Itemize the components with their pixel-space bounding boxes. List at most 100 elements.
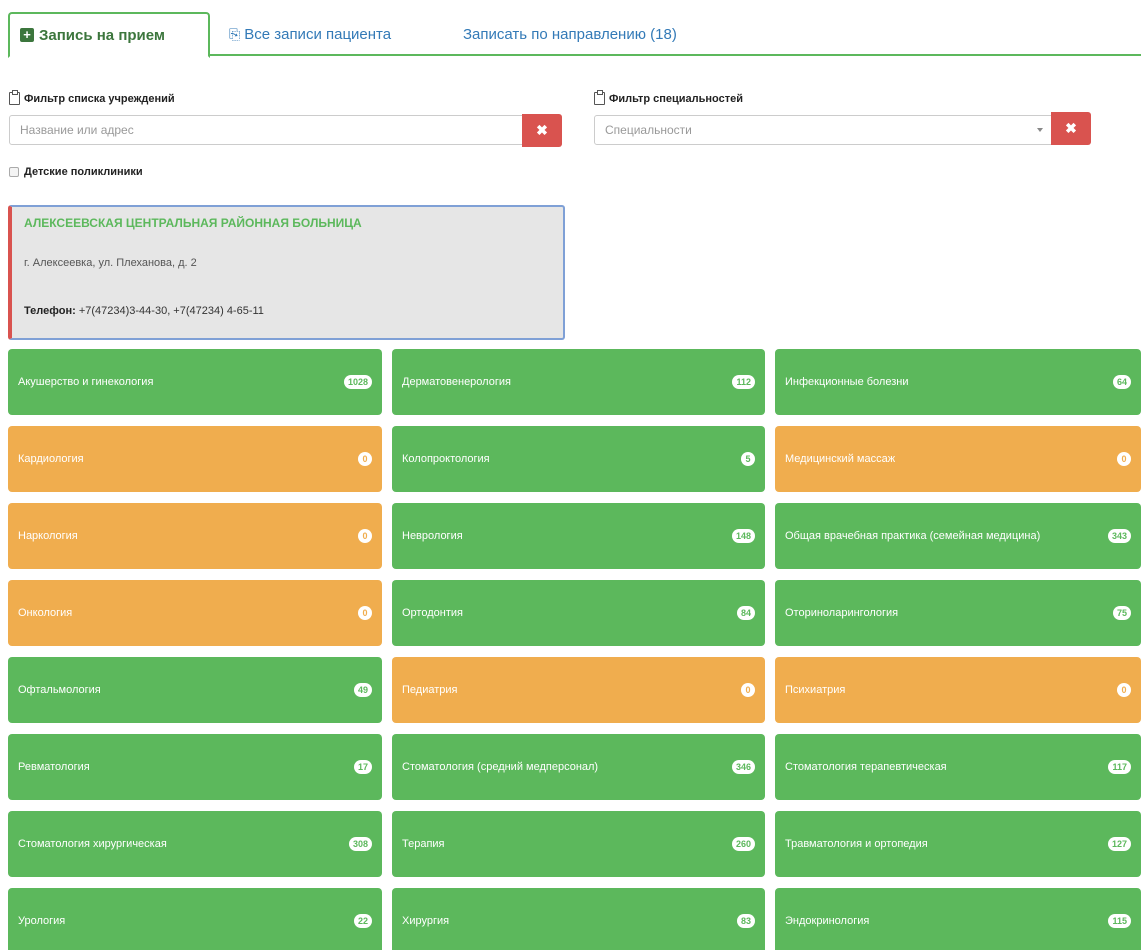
- specialty-tile[interactable]: Кардиология 0: [8, 426, 382, 492]
- specialty-tile[interactable]: Инфекционные болезни 64: [775, 349, 1141, 415]
- specialty-tile[interactable]: Неврология 148: [392, 503, 765, 569]
- specialty-name: Кардиология: [18, 452, 84, 465]
- specialty-tile[interactable]: Урология 22: [8, 888, 382, 950]
- specialty-tile[interactable]: Дерматовенерология 112: [392, 349, 765, 415]
- tab-all-records-label: Все записи пациента: [244, 25, 392, 43]
- specialty-count-badge: 0: [1117, 683, 1131, 697]
- specialty-name: Стоматология (средний медперсонал): [402, 760, 599, 773]
- chevron-down-icon: [1037, 128, 1043, 132]
- specialty-name: Офтальмология: [18, 683, 101, 696]
- institutions-filter-label: Фильтр списка учреждений: [9, 90, 175, 105]
- tab-referral-label: Записать по направлению (18): [463, 25, 677, 43]
- specialty-name: Стоматология хирургическая: [18, 837, 167, 850]
- specialties-select[interactable]: Специальности: [594, 115, 1052, 145]
- hospital-address: г. Алексеевка, ул. Плеханова, д. 2: [24, 257, 197, 269]
- specialty-tile[interactable]: Педиатрия 0: [392, 657, 765, 723]
- specialty-count-badge: 112: [732, 375, 755, 389]
- specialty-tile[interactable]: Акушерство и гинекология 1028: [8, 349, 382, 415]
- specialty-count-badge: 308: [348, 837, 372, 851]
- specialty-name: Неврология: [402, 529, 463, 542]
- specialty-tile[interactable]: Хирургия 83: [392, 888, 765, 950]
- hospital-phone: Телефон: +7(47234)3-44-30, +7(47234) 4-6…: [24, 305, 264, 317]
- plus-square-icon: +: [20, 28, 34, 42]
- specialties-filter-label-text: Фильтр специальностей: [609, 92, 743, 105]
- institutions-clear-button[interactable]: ✖: [522, 114, 562, 147]
- specialty-tile[interactable]: Оториноларингология 75: [775, 580, 1141, 646]
- specialty-tile[interactable]: Стоматология терапевтическая 117: [775, 734, 1141, 800]
- specialty-tile[interactable]: Наркология 0: [8, 503, 382, 569]
- specialty-count-badge: 49: [353, 683, 372, 697]
- page: + Запись на прием ⎘ Все записи пациента …: [0, 0, 1141, 950]
- specialty-tile[interactable]: Терапия 260: [392, 811, 765, 877]
- specialty-tile[interactable]: Офтальмология 49: [8, 657, 382, 723]
- specialty-count-badge: 346: [731, 760, 755, 774]
- specialty-tile[interactable]: Онкология 0: [8, 580, 382, 646]
- specialty-name: Ревматология: [18, 760, 90, 773]
- clipboard-icon: [9, 90, 20, 105]
- specialty-tile[interactable]: Стоматология (средний медперсонал) 346: [392, 734, 765, 800]
- specialty-count-badge: 260: [731, 837, 755, 851]
- hospital-phone-label: Телефон:: [24, 305, 76, 317]
- specialty-count-badge: 0: [358, 529, 372, 543]
- specialty-name: Онкология: [18, 606, 73, 619]
- institutions-search-input[interactable]: Название или адрес: [9, 115, 523, 145]
- specialty-tile[interactable]: Колопроктология 5: [392, 426, 765, 492]
- children-clinics-label: Детские поликлиники: [24, 166, 143, 178]
- specialty-count-badge: 22: [353, 914, 372, 928]
- tab-appointment-label: Запись на прием: [39, 26, 166, 44]
- specialty-name: Эндокринология: [785, 914, 870, 927]
- specialties-filter-label: Фильтр специальностей: [594, 90, 743, 105]
- hospital-name: АЛЕКСЕЕВСКАЯ ЦЕНТРАЛЬНАЯ РАЙОННАЯ БОЛЬНИ…: [24, 216, 362, 230]
- specialty-name: Травматология и ортопедия: [785, 837, 928, 850]
- hospital-card[interactable]: АЛЕКСЕЕВСКАЯ ЦЕНТРАЛЬНАЯ РАЙОННАЯ БОЛЬНИ…: [8, 205, 565, 340]
- specialty-tile[interactable]: Психиатрия 0: [775, 657, 1141, 723]
- specialty-count-badge: 0: [358, 606, 372, 620]
- specialty-count-badge: 75: [1112, 606, 1131, 620]
- specialty-name: Педиатрия: [402, 683, 458, 696]
- specialty-name: Стоматология терапевтическая: [785, 760, 947, 773]
- specialty-name: Медицинский массаж: [785, 452, 896, 465]
- specialty-name: Ортодонтия: [402, 606, 463, 619]
- specialty-name: Акушерство и гинекология: [18, 375, 154, 388]
- specialty-tile[interactable]: Травматология и ортопедия 127: [775, 811, 1141, 877]
- tab-referral[interactable]: Записать по направлению (18): [463, 12, 677, 56]
- specialty-name: Психиатрия: [785, 683, 846, 696]
- specialty-tile[interactable]: Медицинский массаж 0: [775, 426, 1141, 492]
- specialty-name: Общая врачебная практика (семейная медиц…: [785, 529, 1041, 542]
- specialty-tile[interactable]: Эндокринология 115: [775, 888, 1141, 950]
- specialty-name: Наркология: [18, 529, 78, 542]
- specialty-name: Инфекционные болезни: [785, 375, 909, 388]
- children-clinics-checkbox[interactable]: [9, 167, 19, 177]
- hospital-phone-value: +7(47234)3-44-30, +7(47234) 4-65-11: [75, 305, 264, 317]
- tab-appointment[interactable]: + Запись на прием: [8, 12, 210, 58]
- specialty-count-badge: 64: [1112, 375, 1131, 389]
- specialty-tile[interactable]: Ортодонтия 84: [392, 580, 765, 646]
- specialties-clear-button[interactable]: ✖: [1051, 112, 1091, 145]
- specialty-count-badge: 0: [741, 683, 755, 697]
- specialty-name: Оториноларингология: [785, 606, 899, 619]
- specialty-count-badge: 83: [736, 914, 755, 928]
- specialty-count-badge: 127: [1107, 837, 1131, 851]
- specialty-count-badge: 0: [358, 452, 372, 466]
- tab-all-records[interactable]: ⎘ Все записи пациента: [229, 12, 391, 56]
- specialty-tile[interactable]: Общая врачебная практика (семейная медиц…: [775, 503, 1141, 569]
- close-icon: ✖: [536, 122, 548, 138]
- specialty-count-badge: 84: [736, 606, 755, 620]
- specialty-count-badge: 5: [741, 452, 755, 466]
- specialty-name: Дерматовенерология: [402, 375, 511, 388]
- specialty-count-badge: 117: [1108, 760, 1131, 774]
- specialties-select-placeholder: Специальности: [605, 123, 692, 137]
- specialty-name: Урология: [18, 914, 66, 927]
- specialty-count-badge: 1028: [343, 375, 372, 389]
- specialty-count-badge: 17: [353, 760, 372, 774]
- tab-bar: + Запись на прием ⎘ Все записи пациента …: [8, 12, 1141, 58]
- specialty-name: Колопроктология: [402, 452, 490, 465]
- specialty-count-badge: 115: [1108, 914, 1131, 928]
- copy-icon: ⎘: [229, 25, 241, 42]
- specialty-tile[interactable]: Стоматология хирургическая 308: [8, 811, 382, 877]
- close-icon: ✖: [1065, 120, 1077, 136]
- clipboard-icon: [594, 90, 605, 105]
- specialty-tile[interactable]: Ревматология 17: [8, 734, 382, 800]
- specialty-count-badge: 343: [1107, 529, 1131, 543]
- children-clinics-option[interactable]: Детские поликлиники: [9, 166, 143, 178]
